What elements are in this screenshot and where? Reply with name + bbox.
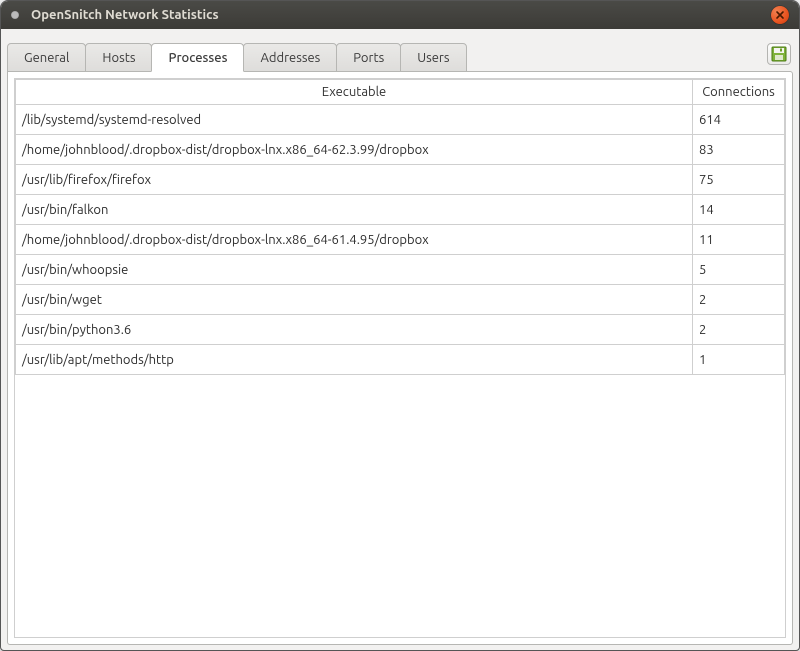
window-menu-icon — [11, 11, 19, 19]
cell-executable: /usr/bin/whoopsie — [16, 255, 693, 285]
cell-connections: 2 — [693, 285, 785, 315]
table-row[interactable]: /lib/systemd/systemd-resolved614 — [16, 105, 785, 135]
tab-hosts[interactable]: Hosts — [85, 43, 152, 72]
cell-connections: 14 — [693, 195, 785, 225]
table-header-row[interactable]: Executable Connections — [16, 80, 785, 105]
table-row[interactable]: /usr/bin/falkon14 — [16, 195, 785, 225]
titlebar[interactable]: OpenSnitch Network Statistics — [1, 1, 799, 29]
main-panel: Executable Connections /lib/systemd/syst… — [7, 71, 793, 645]
cell-connections: 11 — [693, 225, 785, 255]
tab-addresses[interactable]: Addresses — [243, 43, 337, 72]
close-icon[interactable] — [771, 6, 789, 24]
cell-connections: 1 — [693, 345, 785, 375]
process-table: Executable Connections /lib/systemd/syst… — [15, 79, 785, 375]
tab-label: Hosts — [102, 51, 135, 65]
cell-connections: 75 — [693, 165, 785, 195]
tab-label: Ports — [353, 51, 384, 65]
tab-general[interactable]: General — [7, 43, 86, 72]
table-row[interactable]: /usr/bin/python3.62 — [16, 315, 785, 345]
table-row[interactable]: /home/johnblood/.dropbox-dist/dropbox-ln… — [16, 135, 785, 165]
process-table-container[interactable]: Executable Connections /lib/systemd/syst… — [14, 78, 786, 638]
tab-label: Addresses — [260, 51, 320, 65]
save-button[interactable] — [767, 43, 791, 65]
tab-label: Users — [417, 51, 449, 65]
cell-executable: /lib/systemd/systemd-resolved — [16, 105, 693, 135]
col-executable[interactable]: Executable — [16, 80, 693, 105]
table-row[interactable]: /home/johnblood/.dropbox-dist/dropbox-ln… — [16, 225, 785, 255]
tab-users[interactable]: Users — [400, 43, 466, 72]
cell-executable: /usr/bin/falkon — [16, 195, 693, 225]
table-row[interactable]: /usr/bin/whoopsie5 — [16, 255, 785, 285]
window-title: OpenSnitch Network Statistics — [31, 8, 771, 22]
tab-processes[interactable]: Processes — [151, 43, 244, 72]
tab-ports[interactable]: Ports — [336, 43, 401, 72]
col-connections[interactable]: Connections — [693, 80, 785, 105]
tab-label: General — [24, 51, 69, 65]
cell-executable: /usr/lib/apt/methods/http — [16, 345, 693, 375]
cell-executable: /home/johnblood/.dropbox-dist/dropbox-ln… — [16, 135, 693, 165]
cell-connections: 83 — [693, 135, 785, 165]
cell-executable: /usr/bin/wget — [16, 285, 693, 315]
cell-connections: 614 — [693, 105, 785, 135]
cell-connections: 5 — [693, 255, 785, 285]
cell-executable: /usr/bin/python3.6 — [16, 315, 693, 345]
cell-executable: /usr/lib/firefox/firefox — [16, 165, 693, 195]
cell-executable: /home/johnblood/.dropbox-dist/dropbox-ln… — [16, 225, 693, 255]
tab-label: Processes — [168, 51, 227, 65]
table-row[interactable]: /usr/lib/firefox/firefox75 — [16, 165, 785, 195]
table-row[interactable]: /usr/bin/wget2 — [16, 285, 785, 315]
cell-connections: 2 — [693, 315, 785, 345]
save-icon — [771, 46, 787, 62]
table-row[interactable]: /usr/lib/apt/methods/http1 — [16, 345, 785, 375]
